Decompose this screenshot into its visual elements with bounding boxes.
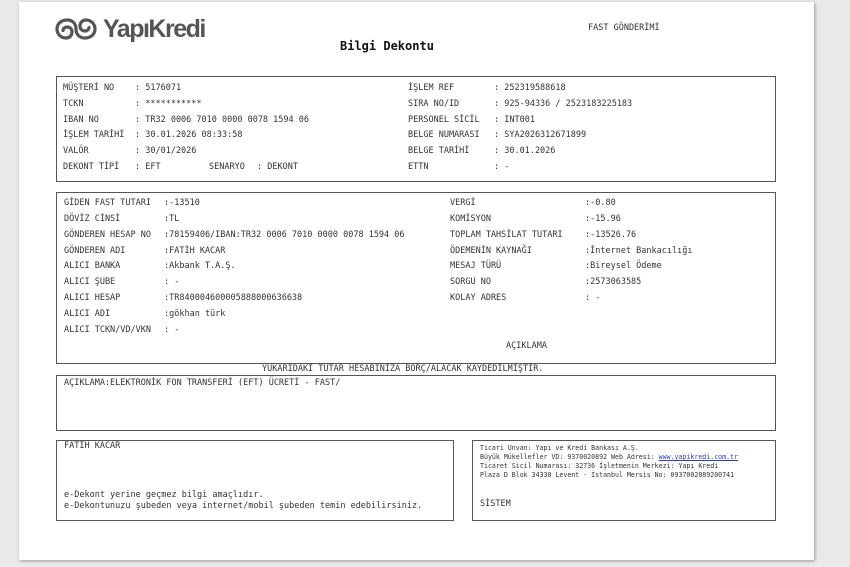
field-value: : -: [164, 325, 180, 335]
field-value: : 30/01/2026: [135, 146, 197, 156]
field-value: :TR840004600005888000636638: [164, 293, 303, 303]
field-value: : ***********: [135, 99, 202, 109]
field-value: : INT001: [494, 115, 535, 125]
field-value: :Akbank T.A.Ş.: [164, 261, 236, 271]
field-value: :FATİH KACAR: [164, 246, 226, 256]
description-text: AÇIKLAMA:ELEKTRONİK FON TRANSFERİ (EFT) …: [64, 378, 341, 388]
field-label: İŞLEM TARİHİ: [63, 130, 125, 140]
logo-wordmark: YapıKredi: [103, 15, 206, 43]
senaryo-label: SENARYO: [209, 162, 245, 172]
field-label: VERGİ: [450, 198, 476, 208]
page-title: Bilgi Dekontu: [340, 39, 434, 53]
field-label: DEKONT TİPİ: [63, 162, 120, 172]
field-label: ALICI ŞUBE: [64, 277, 116, 287]
field-value: :78159406/IBAN:TR32 0006 7010 0000 0078 …: [164, 230, 405, 240]
field-value: : -: [585, 293, 601, 303]
bank-info-text: Büyük Mükellefler VD: 9370020892 Web Adr…: [480, 453, 659, 461]
field-value: : SYA2026312671899: [494, 130, 587, 140]
field-label: MESAJ TÜRÜ: [450, 261, 502, 271]
field-value: :İnternet Bankacılığı: [585, 246, 693, 256]
system-label: SİSTEM: [480, 499, 511, 509]
field-label: GÖNDEREN ADI: [64, 246, 126, 256]
bank-info-line: Ticaret Sicil Numarası: 32736 İşletmenin…: [480, 462, 719, 470]
debit-credit-notice: YUKARIDAKİ TUTAR HESABINIZA BORÇ/ALACAK …: [262, 364, 544, 374]
field-value: :gökhan türk: [164, 309, 226, 319]
field-value: :-15.96: [585, 214, 621, 224]
field-value: : 5176071: [135, 83, 182, 93]
aciklama-heading: AÇIKLAMA: [506, 341, 547, 351]
field-value: : EFT: [135, 162, 161, 172]
field-label: SIRA NO/ID: [408, 99, 460, 109]
fast-label: FAST GÖNDERİMİ: [588, 23, 660, 33]
bank-info-line: Plaza D Blok 34330 Levent - İstanbul Mer…: [480, 471, 735, 479]
field-label: İŞLEM REF: [408, 83, 455, 93]
field-value: :TL: [164, 214, 180, 224]
field-value: : -: [164, 277, 180, 287]
bank-website-link[interactable]: www.yapikredi.com.tr: [659, 453, 738, 461]
senaryo-value: : DEKONT: [257, 162, 298, 172]
field-label: IBAN NO: [63, 115, 99, 125]
field-value: :Bireysel Ödeme: [585, 261, 662, 271]
bank-info-line: Büyük Mükellefler VD: 9370020892 Web Adr…: [480, 453, 738, 462]
field-label: ALICI BANKA: [64, 261, 121, 271]
field-label: ALICI ADI: [64, 309, 111, 319]
field-value: : TR32 0006 7010 0000 0078 1594 06: [135, 115, 309, 125]
field-value: : 252319588618: [494, 83, 566, 93]
field-label: GİDEN FAST TUTARI: [64, 198, 151, 208]
field-label: GÖNDEREN HESAP NO: [64, 230, 151, 240]
field-label: KOMİSYON: [450, 214, 491, 224]
field-label: KOLAY ADRES: [450, 293, 507, 303]
field-value: : 30.01.2026 08:33:58: [135, 130, 243, 140]
field-label: ALICI HESAP: [64, 293, 121, 303]
yapikredi-logo-icon: [55, 18, 97, 40]
customer-name: FATİH KACAR: [64, 441, 121, 451]
field-label: MÜŞTERİ NO: [63, 83, 115, 93]
field-value: :-13526.76: [585, 230, 637, 240]
field-value: :-13510: [164, 198, 200, 208]
field-label: ÖDEMENİN KAYNAĞI: [450, 246, 532, 256]
field-label: VALÖR: [63, 146, 89, 156]
field-value: :-0.80: [585, 198, 616, 208]
field-label: DÖVİZ CİNSİ: [64, 214, 121, 224]
field-value: : -: [494, 162, 510, 172]
field-value: : 925-94336 / 2523183225183: [494, 99, 633, 109]
field-label: ALICI TCKN/VD/VKN: [64, 325, 151, 335]
field-label: TCKN: [63, 99, 84, 109]
field-label: BELGE TARİHİ: [408, 146, 470, 156]
field-label: ETTN: [408, 162, 429, 172]
field-label: SORGU NO: [450, 277, 491, 287]
field-label: PERSONEL SİCİL: [408, 115, 480, 125]
yapikredi-logo: YapıKredi: [52, 15, 206, 43]
field-value: : 30.01.2026: [494, 146, 556, 156]
bank-info-line: Ticari Unvan: Yapı ve Kredi Bankası A.Ş.: [480, 444, 639, 452]
disclaimer-line: e-Dekontunuzu şubeden veya internet/mobi…: [64, 501, 423, 511]
disclaimer-line: e-Dekont yerine geçmez bilgi amaçlıdır.: [64, 490, 264, 500]
field-label: TOPLAM TAHSİLAT TUTARI: [450, 230, 563, 240]
field-label: BELGE NUMARASI: [408, 130, 480, 140]
field-value: :2573063585: [585, 277, 642, 287]
